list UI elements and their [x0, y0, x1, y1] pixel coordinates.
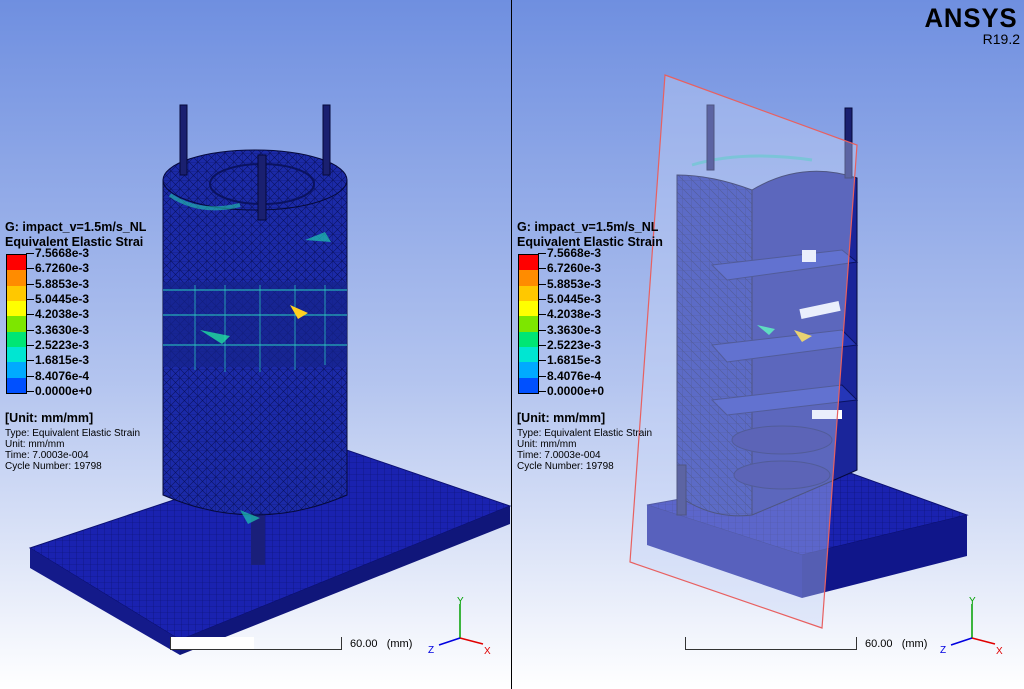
coordinate-triad[interactable]: Y X Z [425, 596, 495, 656]
legend-level-label[interactable]: 4.2038e-3 [537, 307, 604, 322]
rod-left [179, 104, 188, 176]
rod-center [257, 154, 267, 221]
legend-level-label[interactable]: 2.5223e-3 [537, 338, 604, 353]
legend-band [519, 331, 538, 347]
legend-info: Type: Equivalent Elastic Strain Unit: mm… [517, 428, 717, 472]
legend-band [7, 331, 26, 347]
legend-band [519, 270, 538, 286]
legend-cycle: Cycle Number: 19798 [517, 461, 614, 472]
legend-title: G: impact_v=1.5m/s_NL [5, 220, 147, 234]
legend-band [519, 316, 538, 332]
legend-info: Type: Equivalent Elastic Strain Unit: mm… [5, 428, 205, 472]
legend-unit: [Unit: mm/mm] [517, 411, 606, 425]
legend-level-label[interactable]: 0.0000e+0 [25, 384, 92, 399]
legend-band [7, 285, 26, 301]
legend-level-label[interactable]: 6.7260e-3 [25, 261, 92, 276]
legend-level-label[interactable]: 5.0445e-3 [25, 292, 92, 307]
legend-level-label[interactable]: 3.3630e-3 [25, 323, 92, 338]
legend-band [7, 270, 26, 286]
legend-level-label[interactable]: 5.8853e-3 [25, 277, 92, 292]
legend-unit-line: Unit: mm/mm [5, 439, 65, 450]
result-legend: G: impact_v=1.5m/s_NL Equivalent Elastic… [5, 220, 205, 472]
legend-color-bar[interactable] [518, 254, 539, 394]
ansys-brand: ANSYS R19.2 [922, 4, 1020, 47]
triad-y-label: Y [969, 596, 976, 607]
legend-level-label[interactable]: 2.5223e-3 [25, 338, 92, 353]
scale-value: 60.00 [865, 638, 893, 650]
legend-level-label[interactable]: 8.4076e-4 [25, 369, 92, 384]
brand-name: ANSYS [924, 3, 1018, 33]
legend-unit-line: Unit: mm/mm [517, 439, 577, 450]
legend-type: Type: Equivalent Elastic Strain [5, 428, 141, 439]
legend-band [7, 362, 26, 378]
legend-level-label[interactable]: 7.5668e-3 [25, 246, 92, 261]
coordinate-triad[interactable]: Y X Z [937, 596, 1007, 656]
legend-band [519, 362, 538, 378]
legend-band [519, 377, 538, 393]
triad-x-label: X [484, 646, 491, 656]
legend-type: Type: Equivalent Elastic Strain [517, 428, 653, 439]
legend-level-label[interactable]: 0.0000e+0 [537, 384, 604, 399]
scale-unit: (mm) [386, 638, 413, 650]
legend-band [519, 285, 538, 301]
rod-right [322, 104, 331, 176]
legend-band [7, 255, 26, 271]
legend-cycle: Cycle Number: 19798 [5, 461, 102, 472]
legend-band [7, 300, 26, 317]
legend-labels: 7.5668e-3 6.7260e-3 5.8853e-3 5.0445e-3 4.20… [537, 246, 604, 399]
mechanical-graphics-window[interactable]: G: impact_v=1.5m/s_NL Equivalent Elastic… [0, 0, 1024, 689]
legend-labels: 7.5668e-3 6.7260e-3 5.8853e-3 5.0445e-3 4.20… [25, 246, 92, 399]
legend-band [7, 377, 26, 393]
scale-unit: (mm) [901, 638, 928, 650]
legend-level-label[interactable]: 5.8853e-3 [537, 277, 604, 292]
legend-unit: [Unit: mm/mm] [5, 411, 94, 425]
legend-band [7, 346, 26, 363]
legend-color-bar[interactable] [6, 254, 27, 394]
triad-z-label: Z [428, 645, 434, 656]
legend-band [519, 255, 538, 271]
triad-y-label: Y [457, 596, 464, 607]
triad-x-label: X [996, 646, 1003, 656]
legend-level-label[interactable]: 5.0445e-3 [537, 292, 604, 307]
legend-band [519, 346, 538, 363]
legend-level-label[interactable]: 1.6815e-3 [25, 353, 92, 368]
result-legend-right: G: impact_v=1.5m/s_NL Equivalent Elastic… [517, 220, 717, 472]
triad-z-label: Z [940, 645, 946, 656]
legend-level-label[interactable]: 1.6815e-3 [537, 353, 604, 368]
bottom-post [251, 515, 265, 565]
cylinder-top [162, 149, 348, 211]
viewport-section-view[interactable]: G: impact_v=1.5m/s_NL Equivalent Elastic… [512, 0, 1024, 689]
legend-level-label[interactable]: 8.4076e-4 [537, 369, 604, 384]
viewport-full-model[interactable]: G: impact_v=1.5m/s_NL Equivalent Elastic… [0, 0, 511, 689]
legend-band [7, 316, 26, 332]
legend-band [519, 300, 538, 317]
brand-version: R19.2 [982, 31, 1020, 47]
legend-level-label[interactable]: 7.5668e-3 [537, 246, 604, 261]
legend-time: Time: 7.0003e-004 [5, 450, 89, 461]
legend-time: Time: 7.0003e-004 [517, 450, 601, 461]
legend-level-label[interactable]: 4.2038e-3 [25, 307, 92, 322]
scale-value: 60.00 [350, 638, 378, 650]
legend-level-label[interactable]: 3.3630e-3 [537, 323, 604, 338]
legend-title: G: impact_v=1.5m/s_NL [517, 220, 659, 234]
legend-level-label[interactable]: 6.7260e-3 [537, 261, 604, 276]
